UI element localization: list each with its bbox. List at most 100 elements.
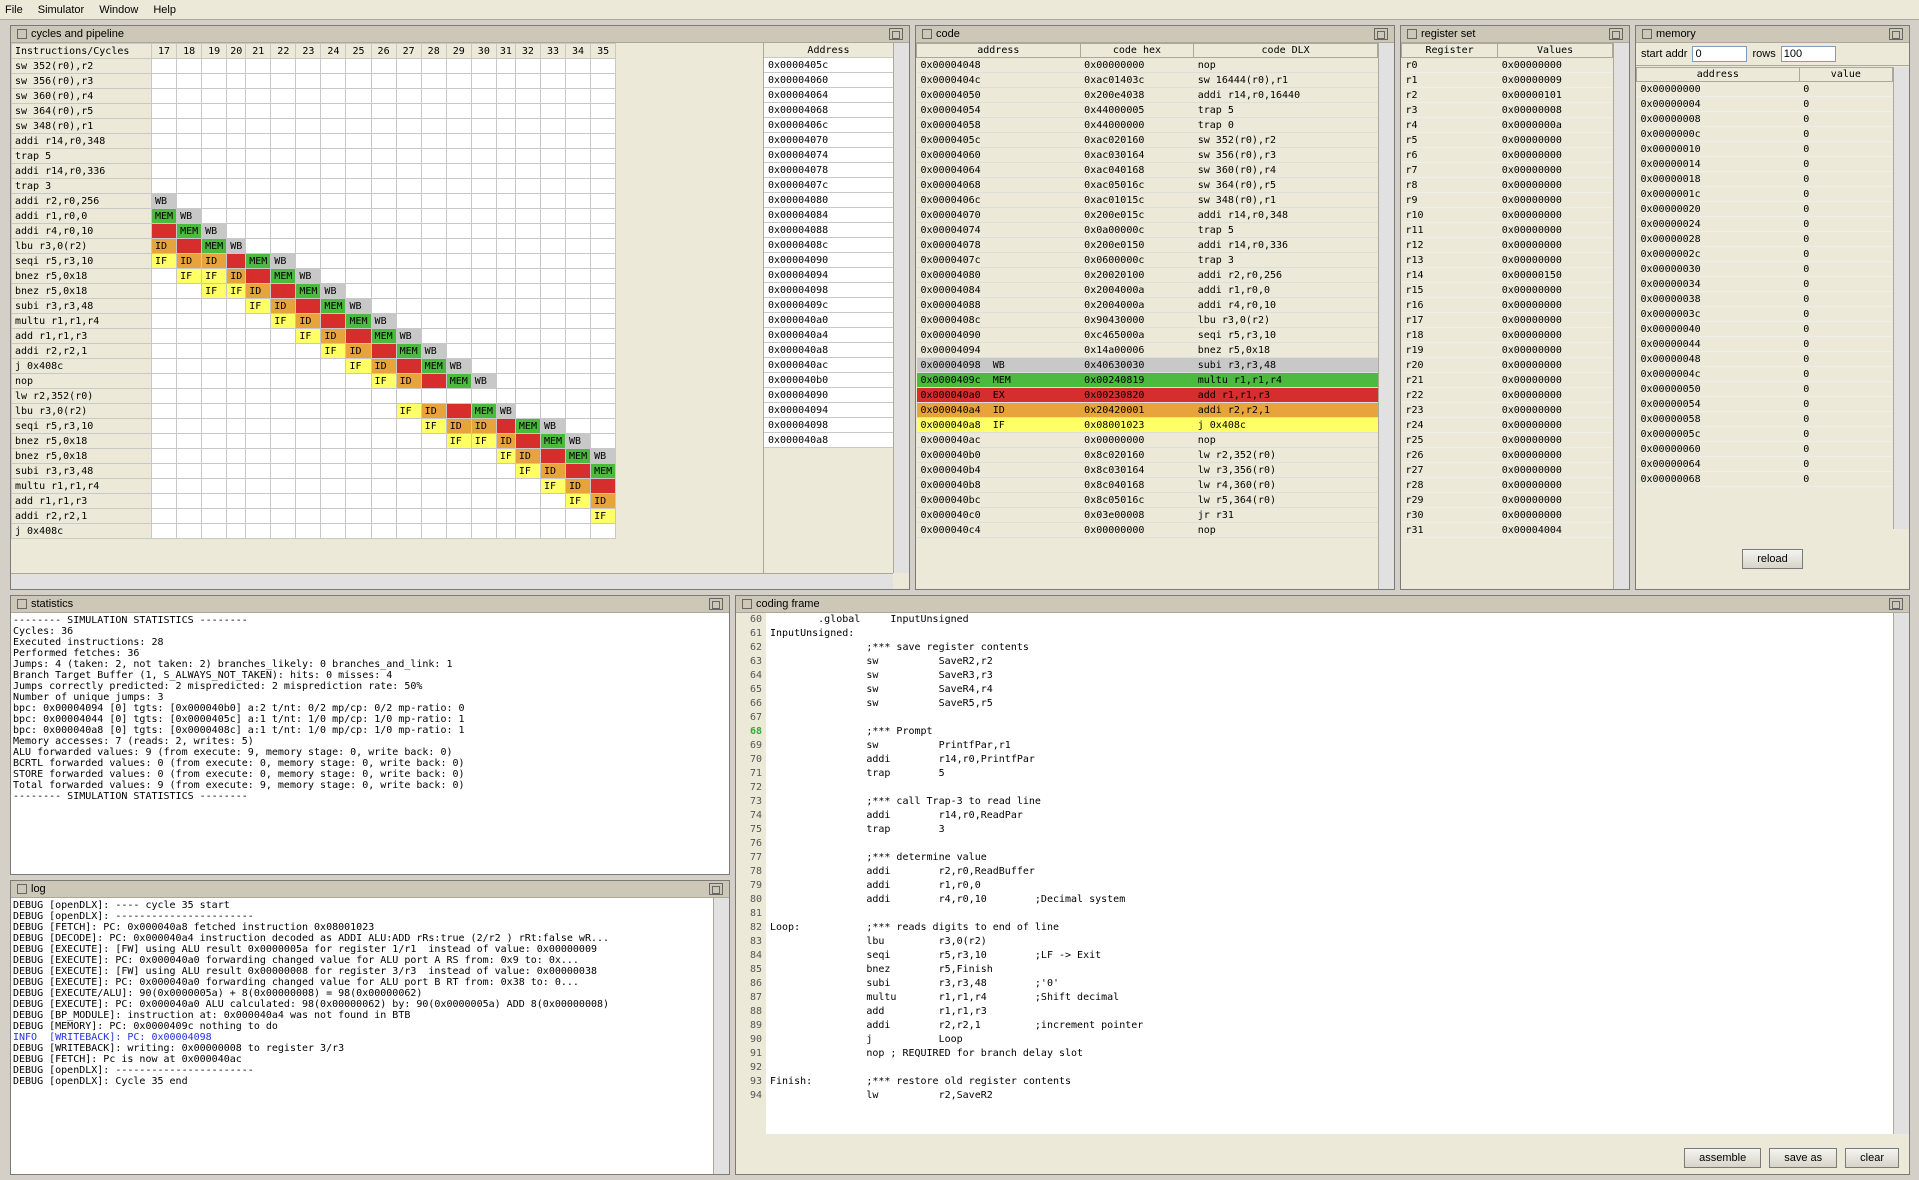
code-row[interactable]: 0x000040580x44000000trap 0 [917,118,1378,133]
menu-help[interactable]: Help [153,4,176,16]
assemble-button[interactable]: assemble [1684,1148,1761,1168]
pipeline-stage: MEM [371,329,396,344]
code-row[interactable]: 0x000040800x20020100addi r2,r0,256 [917,268,1378,283]
clear-button[interactable]: clear [1845,1148,1899,1168]
code-row[interactable]: 0x0000405c0xac020160sw 352(r0),r2 [917,133,1378,148]
code-row[interactable]: 0x000040c40x00000000nop [917,523,1378,538]
scrollbar-v[interactable] [1893,613,1909,1134]
register-row: r150x00000000 [1402,283,1613,298]
maximize-icon[interactable] [1889,598,1903,610]
pipeline-stage: MEM [321,299,346,314]
pipeline-stage: ID [591,494,616,509]
scrollbar-v[interactable] [713,898,729,1174]
code-row[interactable]: 0x0000409c MEM0x00240819multu r1,r1,r4 [917,373,1378,388]
menu-window[interactable]: Window [99,4,138,16]
pipeline-stage: IF [566,494,591,509]
menu-simulator[interactable]: Simulator [38,4,84,16]
pipeline-address: 0x000040b0 [764,373,893,388]
mem-rows-input[interactable] [1781,46,1836,62]
pipeline-instr: add r1,r1,r3 [12,329,152,344]
memory-row: 0x000000680 [1637,472,1893,487]
pipeline-address: 0x00004090 [764,388,893,403]
code-row[interactable]: 0x000040600xac030164sw 356(r0),r3 [917,148,1378,163]
pipeline-stage: ID [246,284,271,299]
maximize-icon[interactable] [709,883,723,895]
code-row[interactable]: 0x00004098 WB0x40630030subi r3,r3,48 [917,358,1378,373]
code-row[interactable]: 0x000040740x0a00000ctrap 5 [917,223,1378,238]
code-row[interactable]: 0x000040a4 ID0x20420001addi r2,r2,1 [917,403,1378,418]
pipeline-instr: sw 360(r0),r4 [12,89,152,104]
pipeline-stage: WB [202,224,227,239]
code-row[interactable]: 0x000040500x200e4038addi r14,r0,16440 [917,88,1378,103]
pipeline-stage: ID [346,344,371,359]
code-row[interactable]: 0x000040540x44000005trap 5 [917,103,1378,118]
maximize-icon[interactable] [709,598,723,610]
mem-start-input[interactable] [1692,46,1747,62]
pipeline-stage: MEM [296,284,321,299]
code-row[interactable]: 0x000040a8 IF0x08001023j 0x408c [917,418,1378,433]
code-row[interactable]: 0x0000404c0xac01403csw 16444(r0),r1 [917,73,1378,88]
panel-registers: register set RegisterValuesr00x00000000r… [1400,25,1630,590]
coding-text[interactable]: .global InputUnsigned InputUnsigned: ;**… [766,613,1893,1134]
code-row[interactable]: 0x000040680xac05016csw 364(r0),r5 [917,178,1378,193]
pipeline-stage: IF [591,509,616,524]
code-row[interactable]: 0x000040b00x8c020160lw r2,352(r0) [917,448,1378,463]
register-row: r40x0000000a [1402,118,1613,133]
pipeline-address: 0x00004098 [764,418,893,433]
saveas-button[interactable]: save as [1769,1148,1837,1168]
code-row[interactable]: 0x000040900xc465000aseqi r5,r3,10 [917,328,1378,343]
scrollbar-v[interactable] [893,43,909,573]
panel-statistics: statistics -------- SIMULATION STATISTIC… [10,595,730,875]
pipeline-stage: ID [396,374,421,389]
memory-row: 0x000000240 [1637,217,1893,232]
register-row: r290x00000000 [1402,493,1613,508]
code-row[interactable]: 0x000040840x2004000aaddi r1,r0,0 [917,283,1378,298]
pipeline-stage: IF [496,449,515,464]
reload-button[interactable]: reload [1742,549,1803,569]
code-row[interactable]: 0x000040bc0x8c05016clw r5,364(r0) [917,493,1378,508]
pipeline-stage: IF [515,464,540,479]
scrollbar-v[interactable] [1893,67,1909,529]
menu-file[interactable]: File [5,4,23,16]
code-row[interactable]: 0x000040780x200e0150addi r14,r0,336 [917,238,1378,253]
pipeline-instr: sw 356(r0),r3 [12,74,152,89]
log-line: DEBUG [DECODE]: PC: 0x000040a4 instructi… [13,933,711,944]
code-row[interactable]: 0x0000406c0xac01015csw 348(r0),r1 [917,193,1378,208]
code-row[interactable]: 0x000040940x14a00006bnez r5,0x18 [917,343,1378,358]
pipeline-stage: WB [152,194,177,209]
code-row[interactable]: 0x000040b80x8c040168lw r4,360(r0) [917,478,1378,493]
pipeline-stage: ID [296,314,321,329]
code-row[interactable]: 0x000040b40x8c030164lw r3,356(r0) [917,463,1378,478]
log-line: DEBUG [EXECUTE]: [FW] using ALU result 0… [13,966,711,977]
code-row[interactable]: 0x0000408c0x90430000lbu r3,0(r2) [917,313,1378,328]
maximize-icon[interactable] [1889,28,1903,40]
maximize-icon[interactable] [1374,28,1388,40]
scrollbar-v[interactable] [1378,43,1394,589]
code-row[interactable]: 0x000040a0 EX0x00230820add r1,r1,r3 [917,388,1378,403]
log-line: DEBUG [EXECUTE]: PC: 0x000040a0 forwardi… [13,955,711,966]
code-row[interactable]: 0x000040880x2004000aaddi r4,r0,10 [917,298,1378,313]
memory-row: 0x000000080 [1637,112,1893,127]
pipeline-stage: EX [371,344,396,359]
register-row: r260x00000000 [1402,448,1613,463]
window-icon [922,29,932,39]
register-row: r270x00000000 [1402,463,1613,478]
register-row: r70x00000000 [1402,163,1613,178]
code-row[interactable]: 0x000040c00x03e00008jr r31 [917,508,1378,523]
pipeline-instr: sw 348(r0),r1 [12,119,152,134]
scrollbar-h[interactable] [11,573,893,589]
pipeline-instr: sw 352(r0),r2 [12,59,152,74]
code-row[interactable]: 0x000040480x00000000nop [917,58,1378,73]
scrollbar-v[interactable] [1613,43,1629,589]
maximize-icon[interactable] [889,28,903,40]
code-row[interactable]: 0x000040640xac040168sw 360(r0),r4 [917,163,1378,178]
pipeline-stage: IF [346,359,371,374]
log-line: DEBUG [openDLX]: ----------------------- [13,911,711,922]
pipeline-stage: IF [271,314,296,329]
code-row[interactable]: 0x0000407c0x0600000ctrap 3 [917,253,1378,268]
code-row[interactable]: 0x000040700x200e015caddi r14,r0,348 [917,208,1378,223]
code-row[interactable]: 0x000040ac0x00000000nop [917,433,1378,448]
maximize-icon[interactable] [1609,28,1623,40]
pipeline-stage: EX [321,314,346,329]
pipeline-address: 0x00004088 [764,223,893,238]
